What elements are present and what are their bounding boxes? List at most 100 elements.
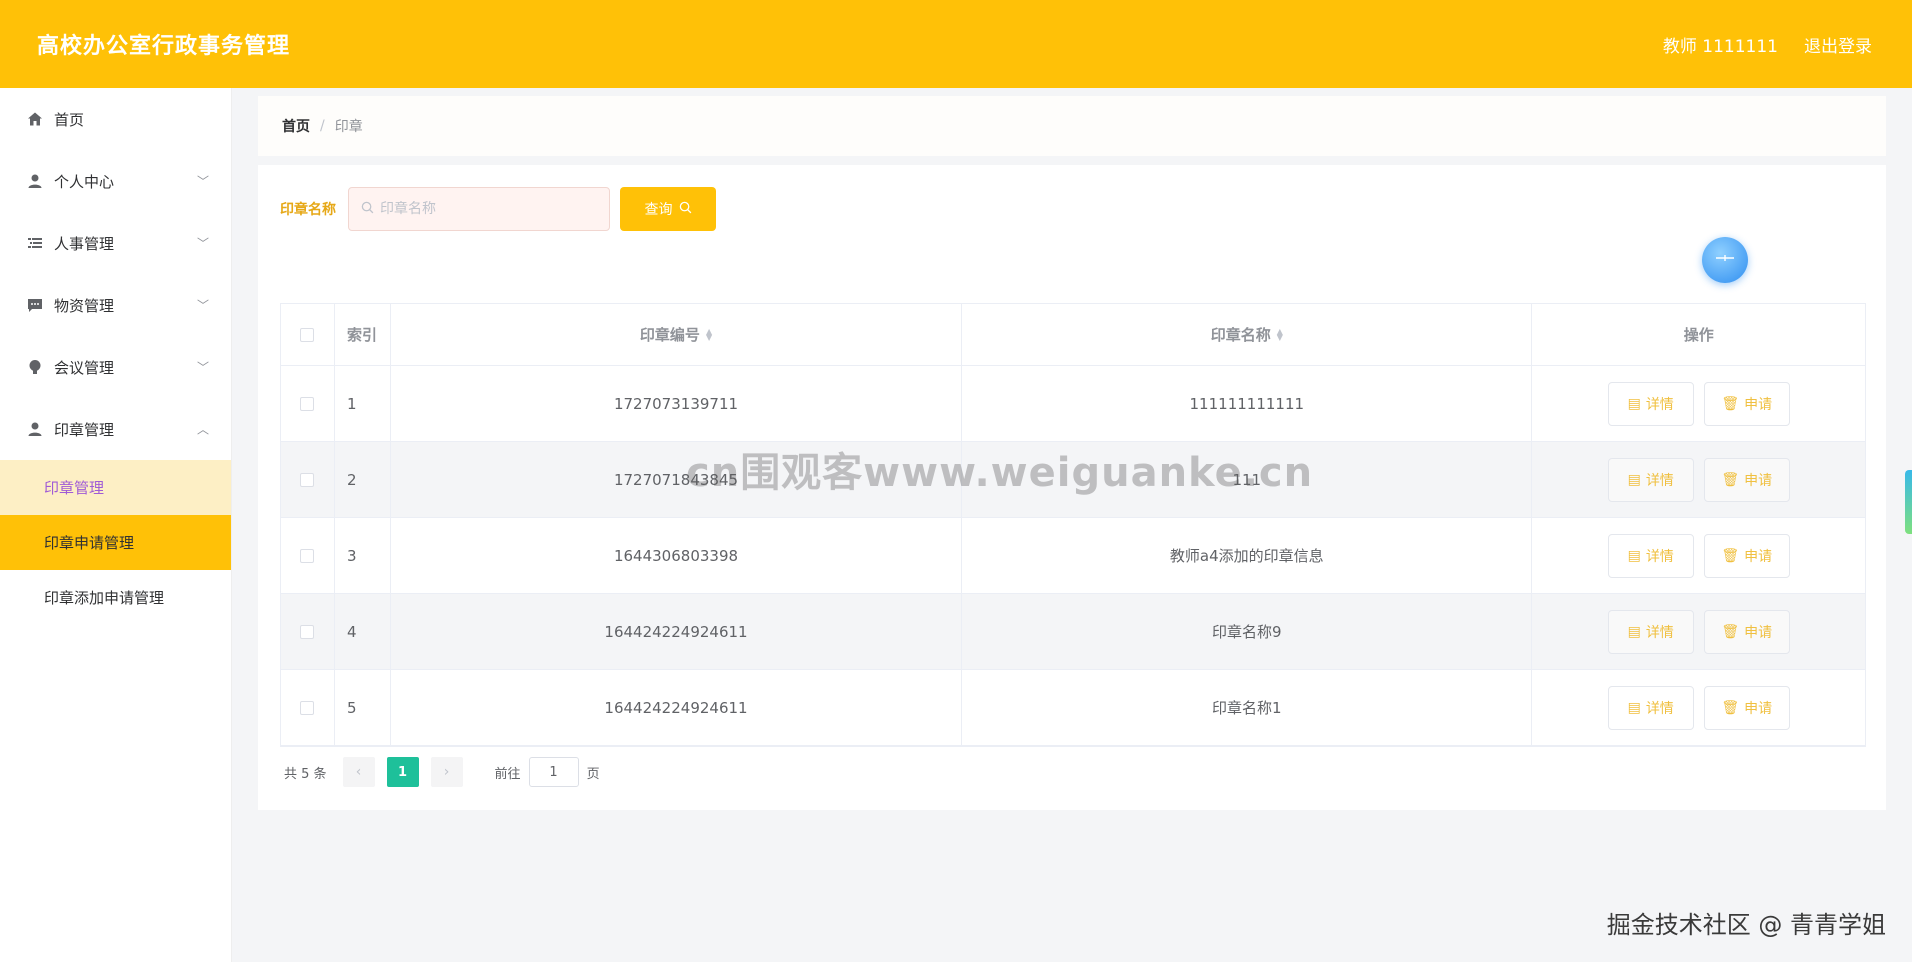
sidebar-item-label: 印章管理 xyxy=(54,420,115,439)
row-actions: ▤ 详情 🗑 申请 xyxy=(1532,670,1865,745)
search-icon xyxy=(361,201,374,218)
row-seal-number: 164424224924611 xyxy=(391,594,963,669)
apply-button-label: 申请 xyxy=(1744,396,1773,413)
detail-button-label: 详情 xyxy=(1645,700,1674,717)
chevron-down-icon: ﹀ xyxy=(196,298,209,313)
bulb-icon xyxy=(26,358,44,376)
home-icon xyxy=(26,110,44,128)
document-icon: ▤ xyxy=(1627,699,1641,716)
sidebar-item-meetings[interactable]: 会议管理 ﹀ xyxy=(0,336,231,398)
row-seal-number: 1644306803398 xyxy=(391,518,963,593)
side-edge-widget[interactable] xyxy=(1905,470,1912,534)
sidebar-subitem-seal-add-application[interactable]: 印章添加申请管理 xyxy=(0,570,231,625)
row-actions: ▤ 详情 🗑 申请 xyxy=(1532,594,1865,669)
sidebar-item-label: 首页 xyxy=(54,110,85,129)
table-row: 4 164424224924611 印章名称9 ▤ 详情 🗑 申请 xyxy=(281,594,1865,670)
next-page-button[interactable]: › xyxy=(430,757,463,787)
detail-button[interactable]: ▤ 详情 xyxy=(1607,457,1694,502)
top-header: 高校办公室行政事务管理 教师 1111111 退出登录 xyxy=(0,0,1912,88)
sort-icon[interactable]: ▲ ▼ xyxy=(1277,327,1283,341)
sidebar-subitem-seal-application[interactable]: 印章申请管理 xyxy=(0,515,231,570)
logout-button[interactable]: 退出登录 xyxy=(1804,32,1872,57)
table-row: 3 1644306803398 教师a4添加的印章信息 ▤ 详情 🗑 申请 xyxy=(281,518,1865,594)
apply-button-label: 申请 xyxy=(1744,624,1773,641)
search-input[interactable] xyxy=(380,201,590,217)
trash-icon: 🗑 xyxy=(1721,623,1740,640)
row-checkbox[interactable] xyxy=(300,548,315,563)
query-button[interactable]: 查询 xyxy=(620,187,716,231)
user-icon xyxy=(26,172,44,190)
breadcrumb-home[interactable]: 首页 xyxy=(282,116,310,136)
column-header-number[interactable]: 印章编号 ▲ ▼ xyxy=(391,304,963,365)
user-label: 教师 1111111 xyxy=(1662,36,1778,57)
table-header-row: 索引 印章编号 ▲ ▼ 印章名称 ▲ ▼ 操作 xyxy=(281,304,1865,366)
detail-button-label: 详情 xyxy=(1645,548,1674,565)
row-select-cell xyxy=(281,518,335,593)
row-checkbox[interactable] xyxy=(300,396,315,411)
sidebar-item-label: 个人中心 xyxy=(54,172,115,191)
apply-button[interactable]: 🗑 申请 xyxy=(1703,533,1790,578)
row-checkbox[interactable] xyxy=(300,700,315,715)
detail-button[interactable]: ▤ 详情 xyxy=(1607,685,1694,730)
column-header-name[interactable]: 印章名称 ▲ ▼ xyxy=(962,304,1533,365)
row-select-cell xyxy=(281,670,335,745)
breadcrumb-current: 印章 xyxy=(334,119,363,135)
row-index: 4 xyxy=(335,594,391,669)
floating-assistant-button[interactable] xyxy=(1702,237,1748,283)
list-icon xyxy=(26,234,44,252)
column-header-index: 索引 xyxy=(335,304,391,365)
select-all-cell xyxy=(281,304,335,365)
row-seal-name: 111111111111 xyxy=(962,366,1533,441)
column-header-label: 印章编号 xyxy=(639,326,700,344)
apply-button-label: 申请 xyxy=(1744,472,1773,489)
sidebar-item-label: 物资管理 xyxy=(54,296,115,315)
row-index: 2 xyxy=(335,442,391,517)
message-icon xyxy=(26,296,44,314)
row-seal-number: 1727073139711 xyxy=(391,366,963,441)
detail-button[interactable]: ▤ 详情 xyxy=(1607,609,1694,654)
seal-table: 索引 印章编号 ▲ ▼ 印章名称 ▲ ▼ 操作 1 1727073139711 11… xyxy=(280,303,1866,747)
row-index: 5 xyxy=(335,670,391,745)
detail-button[interactable]: ▤ 详情 xyxy=(1607,381,1694,426)
chevron-down-icon: ﹀ xyxy=(196,360,209,375)
sidebar-item-hr[interactable]: 人事管理 ﹀ xyxy=(0,212,231,274)
document-icon: ▤ xyxy=(1627,471,1641,488)
column-header-label: 印章名称 xyxy=(1210,326,1271,344)
row-seal-name: 印章名称9 xyxy=(962,594,1533,669)
sidebar-item-personal-center[interactable]: 个人中心 ﹀ xyxy=(0,150,231,212)
apply-button[interactable]: 🗑 申请 xyxy=(1703,609,1790,654)
apply-button[interactable]: 🗑 申请 xyxy=(1703,685,1790,730)
row-actions: ▤ 详情 🗑 申请 xyxy=(1532,442,1865,517)
trash-icon: 🗑 xyxy=(1721,699,1740,716)
crosshair-icon xyxy=(1713,246,1737,275)
search-input-wrapper xyxy=(348,187,610,231)
sort-icon[interactable]: ▲ ▼ xyxy=(706,327,712,341)
apply-button-label: 申请 xyxy=(1744,700,1773,717)
sidebar-item-seals[interactable]: 印章管理 ︿ xyxy=(0,398,231,460)
sidebar-subitem-seal-management[interactable]: 印章管理 xyxy=(0,460,231,515)
trash-icon: 🗑 xyxy=(1721,547,1740,564)
goto-page-input[interactable]: 1 xyxy=(528,757,579,787)
pagination-goto: 前往 1 页 xyxy=(495,757,600,787)
search-row: 印章名称 查询 xyxy=(280,187,716,231)
row-actions: ▤ 详情 🗑 申请 xyxy=(1532,366,1865,441)
detail-button-label: 详情 xyxy=(1645,624,1674,641)
user-icon xyxy=(26,420,44,438)
sidebar-item-home[interactable]: 首页 xyxy=(0,88,231,150)
apply-button[interactable]: 🗑 申请 xyxy=(1703,457,1790,502)
row-checkbox[interactable] xyxy=(300,624,315,639)
page-number-button[interactable]: 1 xyxy=(386,757,419,787)
detail-button[interactable]: ▤ 详情 xyxy=(1607,533,1694,578)
watermark-center: cn围观客www.weiguanke.cn xyxy=(686,450,1314,496)
breadcrumb: 首页 / 印章 xyxy=(258,96,1886,156)
chevron-left-icon: ‹ xyxy=(355,764,362,780)
breadcrumb-separator: / xyxy=(320,118,325,134)
chevron-right-icon: › xyxy=(443,764,450,780)
sidebar-item-supplies[interactable]: 物资管理 ﹀ xyxy=(0,274,231,336)
prev-page-button[interactable]: ‹ xyxy=(342,757,375,787)
row-checkbox[interactable] xyxy=(300,472,315,487)
chevron-down-icon: ﹀ xyxy=(196,236,209,251)
apply-button[interactable]: 🗑 申请 xyxy=(1703,381,1790,426)
select-all-checkbox[interactable] xyxy=(300,327,315,342)
chevron-up-icon: ︿ xyxy=(196,422,209,437)
